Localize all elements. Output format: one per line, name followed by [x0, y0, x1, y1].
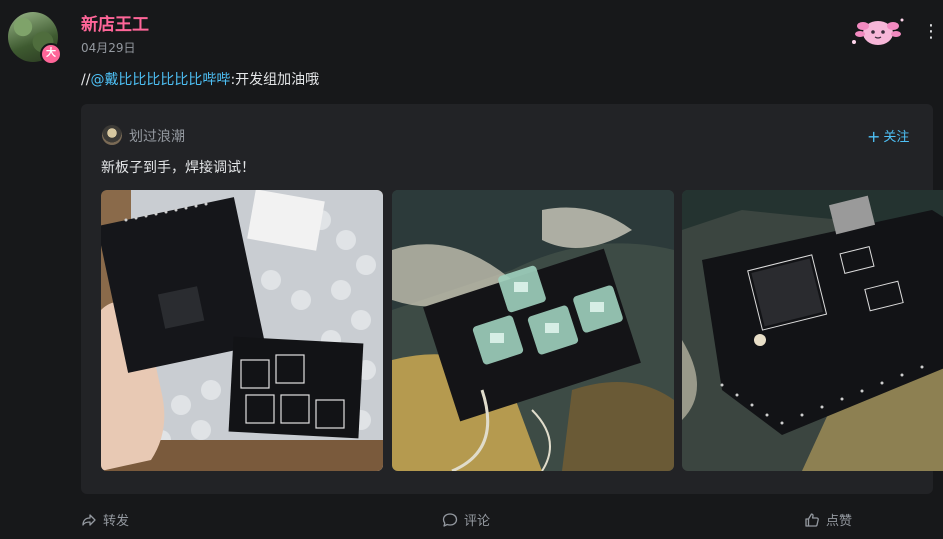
author-name[interactable]: 新店王工: [81, 10, 149, 35]
forward-button[interactable]: 转发: [81, 510, 129, 529]
comment-button[interactable]: 评论: [442, 510, 490, 529]
follow-label: 关注: [883, 130, 910, 145]
repost-card[interactable]: 划过浪潮 + 关注 新板子到手，焊接调试！: [81, 104, 943, 494]
text-body: :开发组加油哦: [230, 72, 320, 88]
pcb-in-bubble-wrap-photo[interactable]: [101, 190, 383, 471]
original-author-name[interactable]: 划过浪潮: [129, 126, 185, 146]
thumbs-up-icon: [805, 513, 819, 527]
forward-label: 转发: [103, 514, 130, 529]
plus-icon: +: [867, 127, 881, 146]
more-options-icon[interactable]: ⋮: [922, 20, 940, 44]
comment-label: 评论: [464, 514, 491, 529]
level-badge: 大: [40, 43, 62, 65]
comment-icon: [442, 513, 458, 527]
pcb-chip-closeup-photo[interactable]: [682, 190, 943, 471]
mention-link[interactable]: @戴比比比比比比哔哔: [90, 72, 230, 88]
post-text: //@戴比比比比比比哔哔:开发组加油哦: [81, 69, 319, 89]
original-author-avatar[interactable]: [102, 125, 122, 145]
like-button[interactable]: 点赞: [804, 510, 852, 529]
post-date: 04月29日: [81, 41, 136, 55]
pcb-with-key-switches-photo[interactable]: [392, 190, 674, 471]
like-label: 点赞: [826, 514, 853, 529]
forward-icon: [82, 514, 96, 526]
original-post-text: 新板子到手，焊接调试！: [101, 160, 255, 176]
decoration-pendant-icon: [852, 18, 904, 45]
follow-button[interactable]: + 关注: [867, 126, 909, 146]
